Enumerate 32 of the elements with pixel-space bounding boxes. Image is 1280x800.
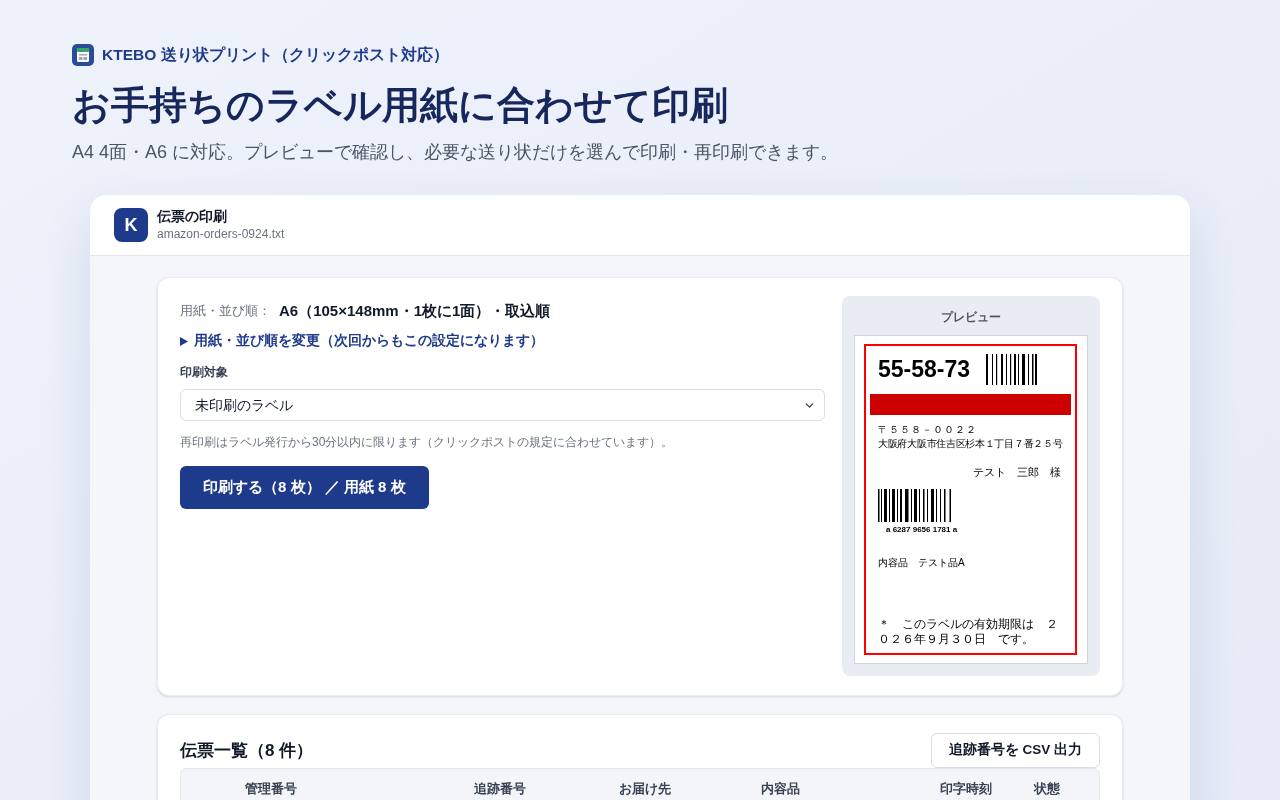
print-target-label: 印刷対象 bbox=[180, 364, 228, 381]
column-header: 状態 bbox=[1034, 782, 1060, 796]
column-header: お届け先 bbox=[619, 782, 671, 796]
column-header: 印字時刻 bbox=[940, 782, 992, 796]
page-headline: お手持ちのラベル用紙に合わせて印刷 bbox=[72, 83, 728, 128]
column-header: 内容品 bbox=[761, 782, 800, 796]
page-subtitle: A4 4面・A6 に対応。プレビューで確認し、必要な送り状だけを選んで印刷・再印刷できます。 bbox=[72, 141, 839, 164]
print-target-dropdown[interactable]: 未印刷のラベル bbox=[180, 389, 825, 421]
recipient-name: テスト 三郎 様 bbox=[973, 465, 1062, 479]
csv-export-button[interactable]: 追跡番号を CSV 出力 bbox=[930, 733, 1100, 768]
column-header: 追跡番号 bbox=[474, 782, 526, 796]
app-logo: K bbox=[114, 208, 148, 242]
slip-list-title: 伝票一覧（8 件） bbox=[180, 739, 314, 762]
paper-setting-value: A6（105×148mm・1枚に1面）・取込順 bbox=[279, 300, 551, 321]
sort-code: 55-58-73 bbox=[878, 355, 971, 384]
barcode-icon bbox=[986, 354, 1038, 385]
print-button[interactable]: 印刷する（8 枚） ／ 用紙 8 枚 bbox=[180, 466, 429, 509]
app-icon bbox=[72, 44, 94, 66]
reprint-note: 再印刷はラベル発行から30分以内に限ります（クリックポストの規定に合わせています）。 bbox=[180, 434, 674, 451]
window-title: 伝票の印刷 bbox=[157, 207, 227, 226]
column-header: 管理番号 bbox=[245, 782, 297, 796]
preview-title: プレビュー bbox=[940, 309, 1002, 326]
contents-line: 内容品 テスト品A bbox=[878, 556, 965, 570]
barcode-icon bbox=[878, 489, 951, 522]
file-name: amazon-orders-0924.txt bbox=[157, 226, 285, 243]
address: 大阪府大阪市住吉区杉本１丁目７番２５号 bbox=[878, 437, 1063, 451]
paper-setting-label: 用紙・並び順： bbox=[180, 302, 271, 321]
postal-code: 〒５５８－００２２ bbox=[878, 423, 977, 437]
tracking-number: a 6287 9656 1781 a bbox=[886, 524, 958, 536]
change-settings-toggle[interactable]: 用紙・並び順を変更（次回からもこの設定になります） bbox=[180, 331, 544, 351]
brand-name: KTEBO 送り状プリント（クリックポスト対応） bbox=[102, 45, 449, 65]
expiry-note: ＊ このラベルの有効期限は ２０２６年９月３０日 です。 bbox=[877, 617, 1059, 647]
